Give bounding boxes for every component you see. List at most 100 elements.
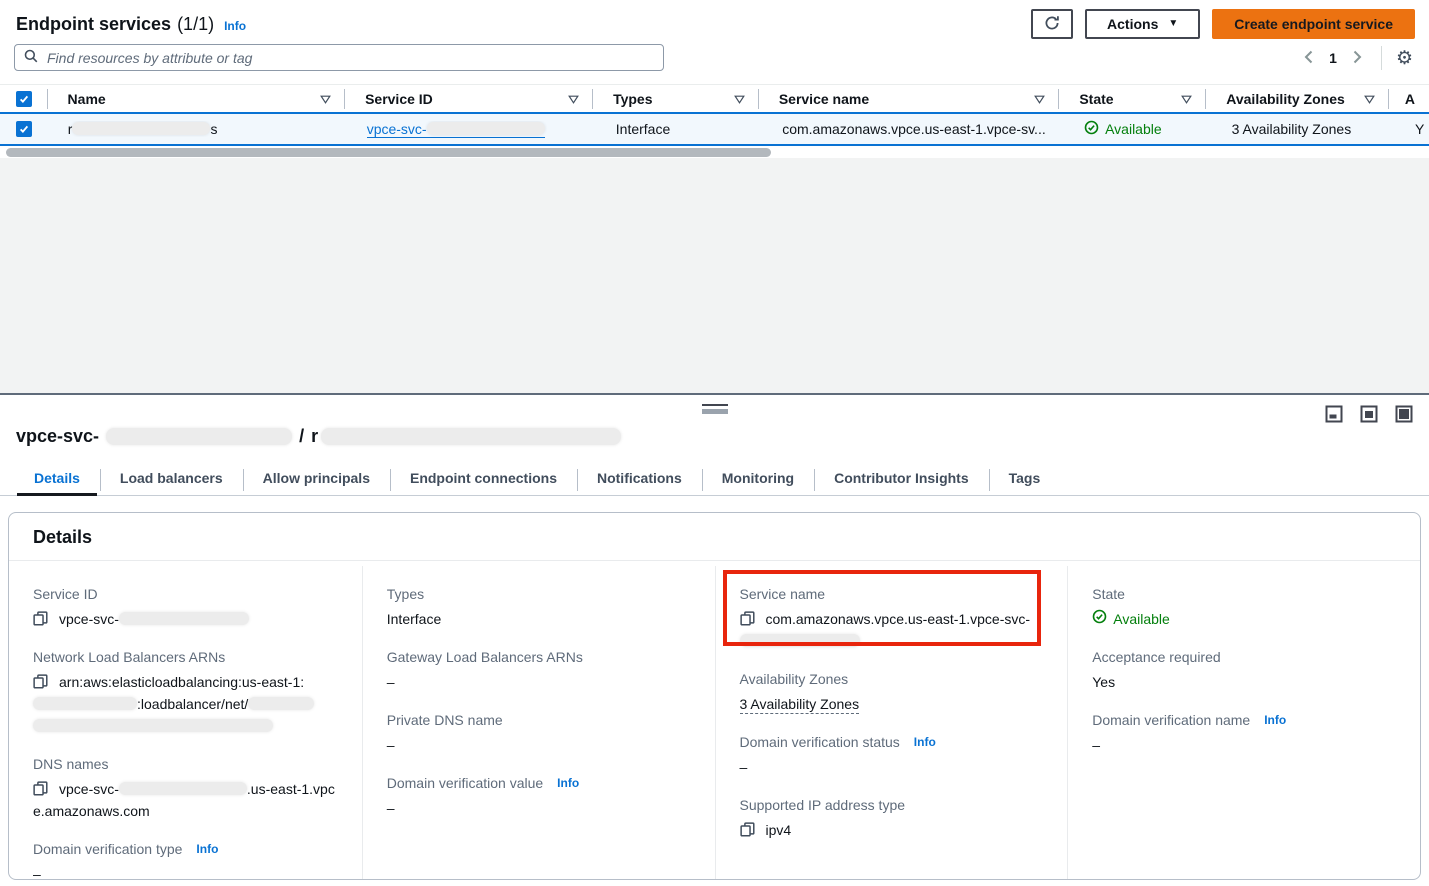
tab-load-balancers[interactable]: Load balancers: [100, 465, 243, 495]
column-header-types[interactable]: Types: [593, 85, 759, 113]
copy-icon[interactable]: [33, 781, 48, 799]
search-box: [14, 44, 664, 71]
info-link[interactable]: Info: [1264, 713, 1286, 727]
field-nlb-arns: Network Load Balancers ARNs arn:aws:elas…: [33, 649, 338, 737]
cell-types: Interface: [596, 121, 762, 137]
availability-zones-link[interactable]: 3 Availability Zones: [740, 696, 860, 714]
split-panel-tabs: Details Load balancers Allow principals …: [0, 465, 1429, 496]
details-column-1: Service ID vpce-svc- Network Load Balanc…: [9, 566, 362, 879]
tab-allow-principals[interactable]: Allow principals: [243, 465, 390, 495]
tab-tags[interactable]: Tags: [989, 465, 1061, 495]
row-checkbox[interactable]: [16, 121, 32, 137]
field-types: Types Interface: [387, 586, 691, 630]
resource-count: (1/1): [177, 14, 214, 35]
field-state: State Available: [1092, 586, 1396, 630]
scrollbar-thumb[interactable]: [6, 148, 771, 157]
details-card-title: Details: [9, 513, 1420, 561]
cell-service-name: com.amazonaws.vpce.us-east-1.vpce-sv...: [762, 121, 1064, 137]
column-header-name[interactable]: Name: [48, 85, 346, 113]
redacted-text: [119, 612, 249, 625]
field-domain-verification-status: Domain verification statusInfo –: [740, 734, 1044, 778]
sort-icon: [568, 91, 579, 107]
sort-icon: [1181, 91, 1192, 107]
redacted-text: [106, 428, 292, 445]
split-panel: vpce-svc- / r Details Load balancers All…: [0, 393, 1429, 886]
info-link[interactable]: Info: [914, 735, 936, 749]
copy-icon[interactable]: [33, 611, 48, 629]
page-header: Endpoint services (1/1) Info Actions ▼ C…: [16, 8, 1415, 40]
info-link[interactable]: Info: [196, 842, 218, 856]
panel-position-bottom-button[interactable]: [1325, 405, 1343, 423]
column-header-state[interactable]: State: [1059, 85, 1206, 113]
drag-handle-icon: [702, 409, 728, 414]
create-endpoint-service-button[interactable]: Create endpoint service: [1212, 9, 1415, 39]
service-id-link[interactable]: vpce-svc-: [367, 121, 545, 138]
info-link[interactable]: Info: [557, 776, 579, 790]
table-settings-button[interactable]: ⚙: [1392, 49, 1417, 68]
page-number[interactable]: 1: [1321, 50, 1345, 66]
search-icon: [24, 49, 38, 66]
cell-availability-zones: 3 Availability Zones: [1212, 121, 1395, 137]
caret-down-icon: ▼: [1168, 19, 1178, 29]
field-service-id: Service ID vpce-svc-: [33, 586, 338, 630]
actions-label: Actions: [1107, 16, 1158, 32]
redacted-text: [248, 697, 314, 710]
redacted-text: [740, 634, 860, 647]
column-header-service-name[interactable]: Service name: [759, 85, 1060, 113]
chevron-left-icon: [1304, 50, 1313, 67]
redacted-text: [72, 122, 210, 135]
next-page-button[interactable]: [1345, 45, 1371, 71]
copy-icon[interactable]: [740, 822, 755, 840]
chevron-right-icon: [1353, 50, 1362, 67]
cell-acceptance: Y: [1395, 121, 1429, 137]
panel-full-icon: [1395, 411, 1413, 426]
refresh-button[interactable]: [1031, 9, 1073, 39]
tab-notifications[interactable]: Notifications: [577, 465, 702, 495]
search-input[interactable]: [45, 49, 654, 67]
availability-zones-link[interactable]: 3 Availability Zones: [1232, 121, 1352, 137]
select-all-checkbox-cell: [0, 85, 48, 113]
tab-monitoring[interactable]: Monitoring: [702, 465, 814, 495]
status-available-icon: [1092, 608, 1107, 630]
details-column-2: Types Interface Gateway Load Balancers A…: [362, 566, 715, 879]
field-acceptance-required: Acceptance required Yes: [1092, 649, 1396, 693]
copy-icon[interactable]: [33, 674, 48, 692]
column-header-acceptance[interactable]: A: [1389, 85, 1429, 113]
split-panel-drag-handle[interactable]: [702, 404, 728, 414]
pagination-divider: [1381, 46, 1382, 70]
details-card: Details Service ID vpce-svc- Network Loa…: [8, 512, 1421, 880]
redacted-text: [119, 782, 247, 795]
redacted-text: [33, 719, 273, 732]
details-grid: Service ID vpce-svc- Network Load Balanc…: [9, 566, 1420, 879]
endpoint-services-page: Endpoint services (1/1) Info Actions ▼ C…: [0, 0, 1429, 886]
column-header-availability-zones[interactable]: Availability Zones: [1206, 85, 1389, 113]
gear-icon: ⚙: [1396, 48, 1413, 69]
split-panel-title: vpce-svc- / r: [16, 426, 621, 447]
split-panel-controls: [1325, 405, 1413, 423]
panel-size-full-button[interactable]: [1395, 405, 1413, 423]
panel-size-half-button[interactable]: [1360, 405, 1378, 423]
page-info-link[interactable]: Info: [224, 19, 246, 33]
pagination: 1 ⚙: [1295, 44, 1417, 72]
table-row[interactable]: rs vpce-svc- Interface com.amazonaws.vpc…: [0, 112, 1429, 146]
tab-endpoint-connections[interactable]: Endpoint connections: [390, 465, 577, 495]
redacted-text: [321, 428, 621, 445]
previous-page-button[interactable]: [1295, 45, 1321, 71]
page-title-text: Endpoint services: [16, 14, 171, 35]
field-private-dns-name: Private DNS name –: [387, 712, 691, 756]
field-availability-zones: Availability Zones 3 Availability Zones: [740, 671, 1044, 715]
sort-icon: [320, 91, 331, 107]
copy-icon[interactable]: [740, 611, 755, 629]
actions-dropdown-button[interactable]: Actions ▼: [1085, 9, 1200, 39]
column-header-service-id[interactable]: Service ID: [345, 85, 593, 113]
field-supported-ip-type: Supported IP address type ipv4: [740, 797, 1044, 841]
field-service-name: Service name com.amazonaws.vpce.us-east-…: [740, 586, 1044, 652]
tab-details[interactable]: Details: [14, 465, 100, 495]
header-actions: Actions ▼ Create endpoint service: [1031, 9, 1415, 39]
select-all-checkbox[interactable]: [16, 91, 32, 107]
cell-name: rs: [48, 121, 347, 137]
horizontal-scrollbar: [0, 148, 1429, 157]
tab-contributor-insights[interactable]: Contributor Insights: [814, 465, 989, 495]
field-domain-verification-name: Domain verification nameInfo –: [1092, 712, 1396, 756]
redacted-text: [427, 122, 545, 135]
